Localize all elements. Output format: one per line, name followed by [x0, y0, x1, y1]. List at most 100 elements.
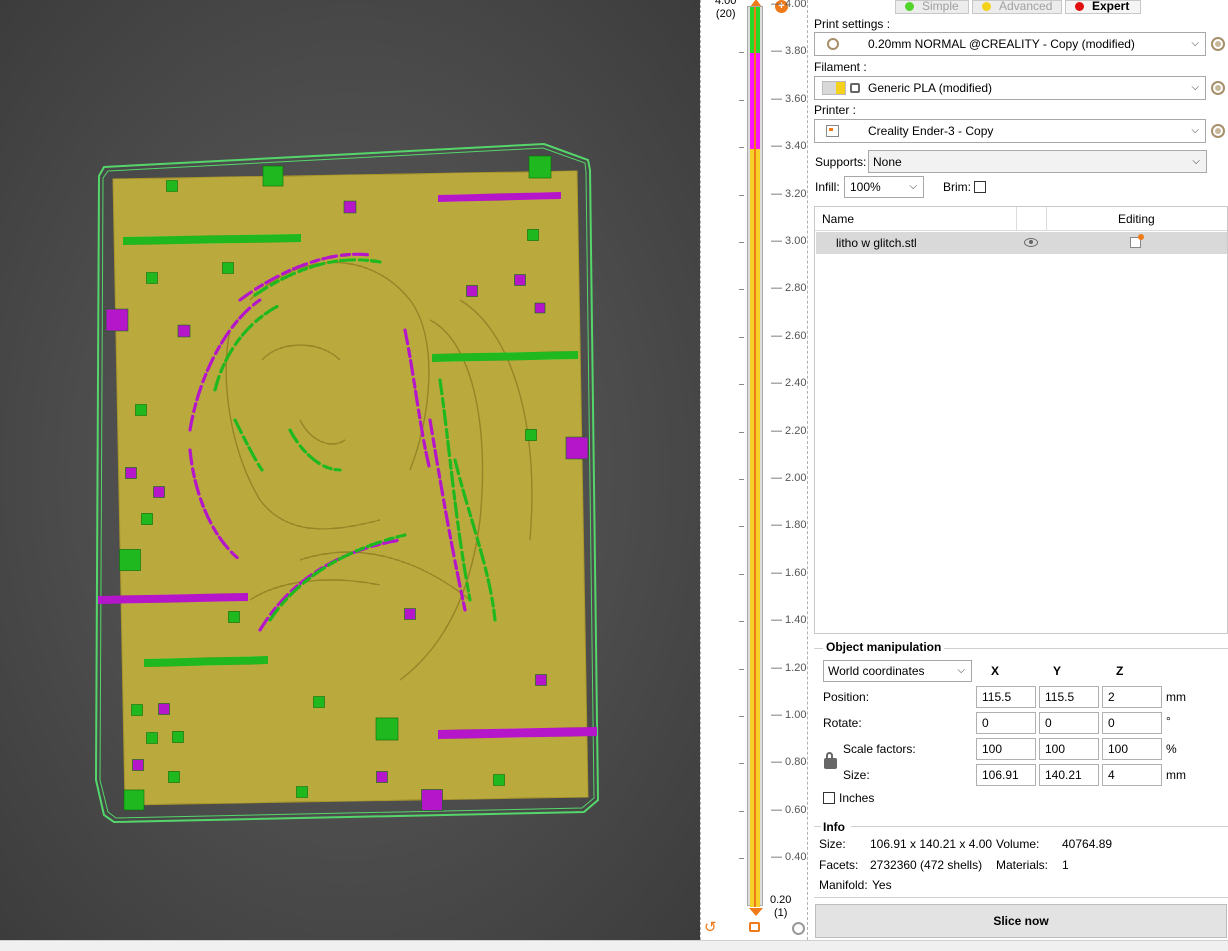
glitch-square	[172, 731, 184, 743]
filament-select[interactable]: Generic PLA (modified) ⌵	[814, 76, 1206, 100]
glitch-square	[262, 165, 284, 187]
lithophane-preview[interactable]	[0, 0, 700, 940]
filament-label: Filament :	[814, 60, 867, 74]
rotate-y-field[interactable]: 0	[1039, 712, 1099, 734]
slider-tick-mark	[739, 810, 744, 812]
slider-tick-mark	[739, 716, 744, 717]
eye-icon[interactable]	[1024, 238, 1038, 247]
slider-bottom-layer: (1)	[773, 907, 788, 919]
mode-expert-label: Expert	[1092, 0, 1130, 13]
infill-value: 100%	[850, 180, 881, 194]
advanced-mode-dot-icon	[982, 2, 991, 11]
object-list-header: Name Editing	[815, 207, 1227, 231]
supports-select[interactable]: None ⌵	[868, 150, 1207, 173]
status-bar	[0, 940, 1228, 951]
slider-tick-mark	[739, 384, 744, 386]
size-x-field[interactable]: 106.91	[976, 764, 1036, 786]
mode-advanced-button[interactable]: Advanced	[972, 0, 1062, 14]
edit-settings-icon[interactable]	[1130, 234, 1144, 248]
info-materials-value: 1	[1062, 858, 1069, 872]
slider-bottom-label: 0.20 (1)	[770, 894, 791, 920]
rotate-unit: °	[1166, 714, 1171, 728]
undo-icon[interactable]: ↺	[704, 920, 717, 935]
slider-tick-label: — 0.80	[771, 756, 807, 769]
slider-tick-label: — 2.00	[771, 472, 807, 484]
rotate-z-field[interactable]: 0	[1102, 712, 1162, 734]
slider-tick-mark	[739, 194, 744, 196]
info-size-label: Size:	[819, 837, 846, 851]
slider-tick-mark	[739, 52, 744, 54]
inches-label: Inches	[839, 791, 875, 805]
slider-tick-label: — 3.60	[771, 92, 807, 105]
info-volume-value: 40764.89	[1062, 837, 1113, 851]
layer-slider[interactable]: 4.00 (20) + — 3.80— 3.60— 3.40— 3.20— 3.…	[700, 0, 808, 940]
slider-tick-label: — 2.40	[771, 377, 807, 390]
brim-checkbox[interactable]	[974, 181, 986, 193]
column-editing-header[interactable]: Editing	[1118, 212, 1155, 226]
print-settings-icon	[827, 38, 839, 50]
slider-tick-mark	[739, 526, 744, 528]
scale-z-field[interactable]: 100	[1102, 738, 1162, 760]
slider-tick-mark	[739, 289, 744, 291]
object-list[interactable]: Name Editing litho w glitch.stl	[814, 206, 1228, 634]
rotate-x-field[interactable]: 0	[976, 712, 1036, 734]
scale-x-field[interactable]: 100	[976, 738, 1036, 760]
section-divider	[944, 648, 1228, 649]
glitch-square	[123, 789, 145, 811]
slider-tick-label: — 2.20	[771, 424, 807, 437]
size-z-field[interactable]: 4	[1102, 764, 1162, 786]
scale-y-field[interactable]: 100	[1039, 738, 1099, 760]
section-divider	[814, 648, 823, 649]
position-x-field[interactable]: 115.5	[976, 686, 1036, 708]
slider-tick-label: — 1.60	[771, 566, 807, 579]
info-volume-label: Volume:	[996, 837, 1040, 851]
glitch-square	[375, 717, 399, 741]
print-settings-gear-icon[interactable]	[1211, 37, 1225, 51]
slider-track[interactable]	[747, 6, 763, 907]
3d-preview-viewport[interactable]	[0, 0, 700, 940]
printer-value: Creality Ender-3 - Copy	[868, 124, 994, 138]
filament-gear-icon[interactable]	[1211, 81, 1225, 95]
slider-tick-mark	[739, 336, 744, 338]
size-y-field[interactable]: 140.21	[1039, 764, 1099, 786]
slider-tick-mark	[739, 763, 744, 765]
glitch-square	[222, 262, 234, 274]
coordinate-system-value: World coordinates	[828, 664, 925, 678]
print-settings-select[interactable]: 0.20mm NORMAL @CREALITY - Copy (modified…	[814, 32, 1206, 56]
inches-checkbox[interactable]	[823, 792, 835, 804]
glitch-square	[141, 513, 153, 525]
printer-gear-icon[interactable]	[1211, 124, 1225, 138]
slider-tick-mark	[739, 573, 744, 575]
filament-color-swatch	[822, 81, 846, 95]
lock-icon[interactable]	[749, 922, 760, 932]
slider-range-line	[754, 7, 756, 907]
print-settings-label: Print settings :	[814, 17, 891, 31]
slider-bottom-handle[interactable]	[749, 908, 763, 916]
slider-settings-icon[interactable]	[792, 922, 805, 935]
position-y-field[interactable]: 115.5	[1039, 686, 1099, 708]
chevron-down-icon: ⌵	[909, 181, 917, 192]
glitch-square	[166, 180, 178, 192]
uniform-scale-lock-icon[interactable]	[824, 752, 837, 769]
position-z-field[interactable]: 2	[1102, 686, 1162, 708]
glitch-square	[119, 549, 141, 571]
scale-factors-label: Scale factors:	[843, 742, 916, 756]
glitch-square	[146, 732, 158, 744]
object-name[interactable]: litho w glitch.stl	[836, 236, 917, 250]
list-item[interactable]: litho w glitch.stl	[816, 232, 1227, 254]
coordinate-system-select[interactable]: World coordinates ⌵	[823, 660, 972, 682]
mode-expert-button[interactable]: Expert	[1065, 0, 1141, 14]
chevron-down-icon: ⌵	[1191, 125, 1199, 136]
filament-lock-icon	[850, 83, 860, 93]
column-name-header[interactable]: Name	[822, 212, 854, 226]
mode-simple-button[interactable]: Simple	[895, 0, 969, 14]
slider-tick-mark	[739, 99, 744, 101]
slider-tick-label: — 1.40	[771, 614, 807, 627]
glitch-square	[421, 789, 443, 811]
printer-select[interactable]: Creality Ender-3 - Copy ⌵	[814, 119, 1206, 143]
slice-now-button[interactable]: Slice now	[815, 904, 1227, 938]
slider-top-value: 4.00	[715, 0, 737, 7]
size-unit: mm	[1166, 768, 1186, 782]
infill-select[interactable]: 100% ⌵	[844, 176, 924, 198]
glitch-square	[135, 404, 147, 416]
